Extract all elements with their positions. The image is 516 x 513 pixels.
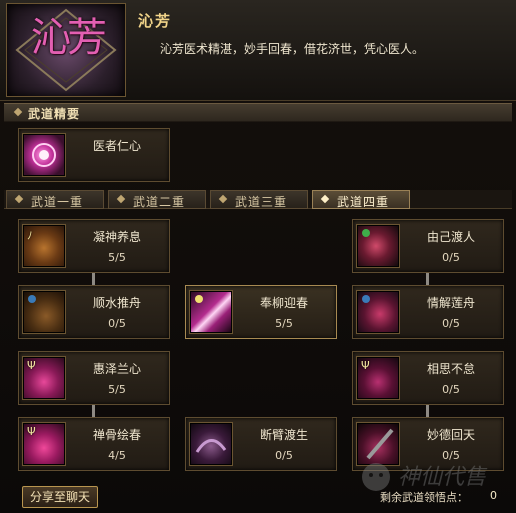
tier-tabs: 武道一重 武道二重 武道三重 武道四重 — [4, 190, 512, 209]
skill-name: 禅骨绘春 — [92, 428, 141, 442]
watermark-text: 神仙代售 — [398, 465, 487, 490]
tab-label: 武道四重 — [337, 195, 390, 209]
leather-pouch-icon — [23, 291, 65, 333]
tab-tier-4[interactable]: 武道四重 — [312, 190, 410, 209]
skill-level: 0/5 — [442, 317, 460, 330]
skill-card-chanxiu[interactable]: Ψ 禅骨绘春 4/5 — [18, 417, 170, 471]
tab-label: 武道二重 — [133, 195, 186, 209]
tab-diamond-icon — [320, 194, 330, 204]
skill-card-huize[interactable]: Ψ 惠泽兰心 5/5 — [18, 351, 170, 405]
skill-name: 相思不怠 — [426, 362, 475, 376]
skill-name: 情解莲舟 — [426, 296, 475, 310]
section-bar: 武道精要 — [4, 103, 512, 122]
skill-level: 0/5 — [442, 383, 460, 396]
skill-card-xiangsi[interactable]: Ψ 相思不怠 0/5 — [352, 351, 504, 405]
tab-tier-2[interactable]: 武道二重 — [108, 190, 206, 209]
skill-level: 5/5 — [108, 251, 126, 264]
purple-creature-icon — [190, 423, 232, 465]
skill-card-ningshen[interactable]: ﾉ 凝神养息 5/5 — [18, 219, 170, 273]
skill-name: 惠泽兰心 — [92, 362, 141, 376]
skill-name: 凝神养息 — [92, 230, 141, 244]
skill-level: 5/5 — [108, 383, 126, 396]
tab-label: 武道三重 — [235, 195, 288, 209]
emblem-text: 沁芳 — [31, 15, 107, 61]
skill-name: 妙德回天 — [426, 428, 475, 442]
section-diamond-icon — [13, 107, 23, 117]
pink-ribbon-icon: Ψ — [357, 357, 399, 399]
skill-name: 奉柳迎春 — [259, 296, 308, 310]
tab-diamond-icon — [14, 194, 24, 204]
blue-swirl-icon — [357, 291, 399, 333]
skill-level: 0/5 — [442, 251, 460, 264]
skill-name: 顺水推舟 — [92, 296, 141, 310]
skill-card-duanbi[interactable]: 断臂渡生 0/5 — [185, 417, 337, 471]
pink-ribbon-icon: Ψ — [23, 357, 65, 399]
hero-description: 沁芳医术精湛，妙手回春，借花济世，凭心医人。 — [160, 42, 425, 56]
tab-diamond-icon — [218, 194, 228, 204]
skill-card-youji[interactable]: 由己渡人 0/5 — [352, 219, 504, 273]
remaining-points-value: 0 — [490, 489, 497, 502]
skill-card-qingjie[interactable]: 情解莲舟 0/5 — [352, 285, 504, 339]
skill-card-shunshui[interactable]: 顺水推舟 0/5 — [18, 285, 170, 339]
tab-tier-1[interactable]: 武道一重 — [6, 190, 104, 209]
tab-diamond-icon — [116, 194, 126, 204]
section-title: 武道精要 — [28, 107, 81, 121]
skill-level: 5/5 — [275, 317, 293, 330]
skill-name: 由己渡人 — [426, 230, 475, 244]
skill-level: 4/5 — [108, 449, 126, 462]
share-to-chat-button[interactable]: 分享至聊天 — [22, 486, 98, 508]
core-skill-card[interactable]: 医者仁心 — [18, 128, 170, 182]
pink-ribbon-icon: Ψ — [23, 423, 65, 465]
pink-flower-swirl-icon — [23, 134, 65, 176]
hero-emblem: 沁芳 — [6, 3, 126, 97]
remaining-points-label: 剩余武道领悟点： — [380, 491, 468, 504]
tab-tier-3[interactable]: 武道三重 — [210, 190, 308, 209]
skill-level: 0/5 — [108, 317, 126, 330]
hero-header: 沁芳 沁芳 沁芳医术精湛，妙手回春，借花济世，凭心医人。 — [0, 0, 516, 101]
martial-skill-panel: 沁芳 沁芳 沁芳医术精湛，妙手回春，借花济世，凭心医人。 武道精要 医者仁心 武… — [0, 0, 516, 513]
green-swirl-icon — [357, 225, 399, 267]
hero-name: 沁芳 — [138, 12, 173, 30]
pink-light-streak-icon — [190, 291, 232, 333]
core-skill-name: 医者仁心 — [92, 139, 141, 153]
tab-label: 武道一重 — [31, 195, 84, 209]
skill-name: 断臂渡生 — [259, 428, 308, 442]
skill-level: 0/5 — [275, 449, 293, 462]
leather-pouch-icon: ﾉ — [23, 225, 65, 267]
skill-card-fengliu[interactable]: 奉柳迎春 5/5 — [185, 285, 337, 339]
